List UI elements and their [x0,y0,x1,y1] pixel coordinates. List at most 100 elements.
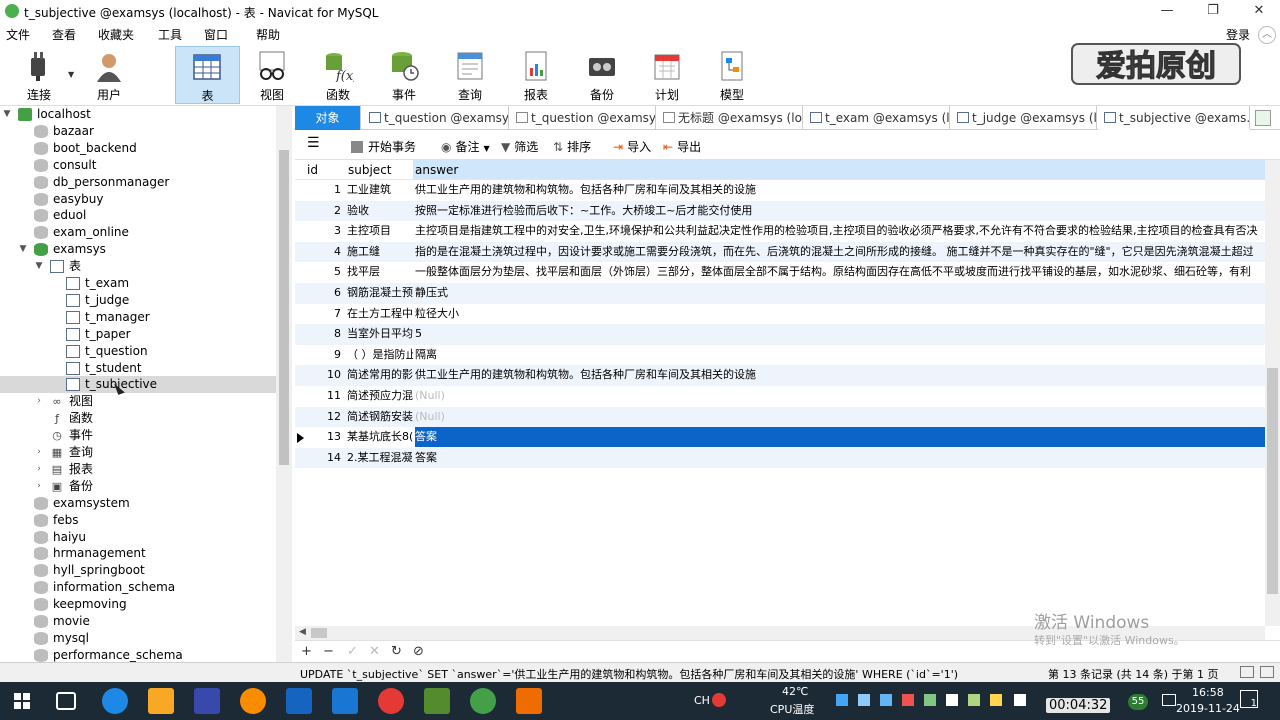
tree-scrollbar-thumb[interactable] [279,150,289,465]
table-row[interactable]: 10 简述常用的影 供工业生产用的建筑物和构筑物。包括各种厂房和车间及其相关的设施 [295,365,1265,386]
menu-favorites[interactable]: 收藏夹 [98,26,134,43]
chevron-down-icon[interactable]: ▼ [34,258,44,275]
table-row[interactable]: 7 在土方工程中 粒径大小 [295,304,1265,325]
tray-app-icon[interactable] [968,694,980,706]
tree-connection[interactable]: ▼ localhost [0,106,276,123]
toolbar-query-button[interactable]: 查询 [439,46,501,104]
edge-browser-icon[interactable] [102,688,128,714]
vscode-icon[interactable] [332,688,358,714]
hamburger-menu-icon[interactable]: ☰ [307,135,320,151]
tab-untitled[interactable]: 无标题 @examsys (lo... [657,106,803,130]
network-icon[interactable] [1162,694,1176,706]
tray-app-icon[interactable] [858,694,870,706]
tree-db-hrmanagement[interactable]: hrmanagement [0,545,276,562]
cell-answer[interactable]: 静压式 [415,283,1265,303]
tree-group-report[interactable]: › ▤ 报表 [0,461,276,478]
cell-subject[interactable]: 主控项目 [347,221,413,241]
tray-app-icon[interactable] [880,694,892,706]
cell-id[interactable]: 1 [305,180,341,200]
tree-db-hyll_springboot[interactable]: hyll_springboot [0,562,276,579]
tree-db-performance_schema[interactable]: performance_schema [0,647,276,662]
column-header-answer[interactable]: answer [413,160,1265,180]
tree-db-eduol[interactable]: eduol [0,207,276,224]
refresh-button[interactable]: ↻ [391,644,402,659]
grid-horizontal-scrollbar-thumb[interactable] [311,628,327,638]
menu-file[interactable]: 文件 [6,26,30,43]
cell-id[interactable]: 11 [305,386,341,406]
sort-button[interactable]: ⇅ 排序 [553,138,591,155]
toolbar-table-button[interactable]: 表 [175,46,240,104]
begin-transaction-button[interactable]: 开始事务 [351,138,416,155]
cell-answer[interactable]: 指的是在混凝土浇筑过程中，因设计要求或施工需要分段浇筑，而在先、后浇筑的混凝土之… [415,242,1265,262]
tree-db-bazaar[interactable]: bazaar [0,123,276,140]
table-row[interactable]: 9 （ ）是指防止 隔离 [295,345,1265,366]
toolbar-view-button[interactable]: 视图 [241,46,303,104]
toolbar-connect-button[interactable]: 连接 [8,46,70,104]
cell-subject[interactable]: 简述常用的影 [347,365,413,385]
tree-group-backup[interactable]: › ▣ 备份 [0,478,276,495]
cell-id[interactable]: 12 [305,407,341,427]
navicat-taskbar-icon[interactable] [470,688,496,714]
chevron-up-icon[interactable]: ︿ [1258,26,1276,44]
cell-subject[interactable]: 简述预应力混 [347,386,413,406]
tab-t-subjective[interactable]: t_subjective @exams... [1098,106,1250,130]
cell-id[interactable]: 14 [305,448,341,468]
toolbar-report-button[interactable]: 报表 [505,46,567,104]
table-row[interactable]: 6 钢筋混凝土预 静压式 [295,283,1265,304]
tree-table-t_subjective[interactable]: t_subjective [0,376,276,394]
chevron-down-icon[interactable]: ▼ [18,241,28,258]
grid-view-icon[interactable] [1240,666,1254,678]
cell-subject[interactable]: 施工缝 [347,242,413,262]
chevron-down-icon[interactable]: ▼ [2,106,12,123]
cell-id[interactable]: 7 [305,304,341,324]
cell-id[interactable]: 3 [305,221,341,241]
table-row[interactable]: 1 工业建筑 供工业生产用的建筑物和构筑物。包括各种厂房和车间及其相关的设施 [295,180,1265,201]
cell-subject[interactable]: 在土方工程中 [347,304,413,324]
discard-changes-button[interactable]: ✕ [369,644,380,659]
tab-object[interactable]: 对象 [295,106,361,130]
apply-changes-button[interactable]: ✓ [347,644,358,659]
tray-badge[interactable]: 55 [1128,694,1148,710]
toolbar-event-button[interactable]: 事件 [373,46,435,104]
tree-db-movie[interactable]: movie [0,613,276,630]
menu-window[interactable]: 窗口 [204,26,228,43]
cell-subject[interactable]: 验收 [347,201,413,221]
tree-table-t_manager[interactable]: t_manager [0,309,276,326]
cell-subject[interactable]: 简述钢筋安装 [347,407,413,427]
cell-answer[interactable]: 答案 [415,448,1265,468]
table-row[interactable]: 2 验收 按照一定标准进行检验而后收下：~工作。大桥竣工~后才能交付使用 [295,200,1265,222]
import-button[interactable]: ⇥ 导入 [613,138,651,155]
tray-app-icon[interactable] [946,694,958,706]
tree-table-t_question[interactable]: t_question [0,343,276,360]
table-row[interactable]: 13 某基坑底长8(答案 [295,427,1265,448]
maximize-button[interactable]: ❐ [1190,0,1236,22]
cell-subject[interactable]: 找平层 [347,262,413,282]
cell-id[interactable]: 9 [305,345,341,365]
tree-table-t_paper[interactable]: t_paper [0,326,276,343]
chevron-right-icon[interactable]: › [34,461,44,478]
tree-db-information_schema[interactable]: information_schema [0,579,276,596]
word-icon[interactable] [286,688,312,714]
tree-db-db_personmanager[interactable]: db_personmanager [0,174,276,191]
cell-subject[interactable]: 某基坑底长8( [347,427,413,447]
cell-subject[interactable]: 钢筋混凝土预 [347,283,413,303]
export-button[interactable]: ⇤ 导出 [663,138,701,155]
tree-db-febs[interactable]: febs [0,512,276,529]
sogou-input-icon[interactable] [712,693,726,707]
table-row[interactable]: 5 找平层 一般整体面层分为垫层、找平层和面层（外饰层）三部分，整体面层全部不属于结… [295,262,1265,283]
tree-db-mysql[interactable]: mysql [0,630,276,647]
tray-app-icon[interactable] [836,694,848,706]
cell-id[interactable]: 4 [305,242,341,262]
chevron-right-icon[interactable]: › [34,478,44,495]
tree-db-consult[interactable]: consult [0,157,276,174]
tree-group-query[interactable]: › ▦ 查询 [0,444,276,461]
chevron-right-icon[interactable]: › [34,444,44,461]
cell-answer[interactable]: 按照一定标准进行检验而后收下：~工作。大桥竣工~后才能交付使用 [415,201,1265,221]
table-row[interactable]: 11 简述预应力混 (Null) [295,386,1265,407]
chrome-icon[interactable] [378,688,404,714]
cell-id[interactable]: 8 [305,324,341,344]
tab-overflow-icon[interactable] [1255,110,1271,126]
tray-app-icon[interactable] [1014,694,1026,706]
tree-db-examsystem[interactable]: examsystem [0,495,276,512]
tree-table-t_student[interactable]: t_student [0,360,276,377]
